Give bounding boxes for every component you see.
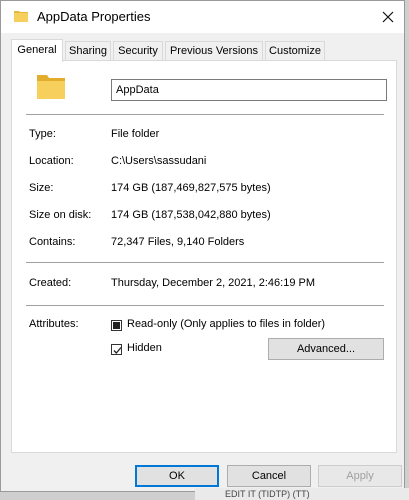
hidden-label: Hidden: [127, 342, 162, 354]
folder-name-input[interactable]: [111, 79, 387, 101]
created-value: Thursday, December 2, 2021, 2:46:19 PM: [111, 277, 316, 289]
background-window-text: EDIT IT (TIDTP) (TT): [195, 488, 409, 500]
folder-icon: [37, 75, 65, 99]
separator: [26, 114, 384, 115]
tab-customize[interactable]: Customize: [265, 41, 325, 61]
tab-security[interactable]: Security: [113, 41, 163, 61]
type-label: Type:: [29, 128, 56, 140]
window-title: AppData Properties: [37, 9, 151, 24]
general-panel: Type: File folder Location: C:\Users\sas…: [11, 60, 397, 453]
tab-previous-versions[interactable]: Previous Versions: [165, 41, 263, 61]
tab-general[interactable]: General: [11, 39, 63, 62]
properties-dialog: AppData Properties General Sharing Secur…: [0, 0, 405, 492]
title-bar[interactable]: AppData Properties: [1, 1, 404, 33]
contains-label: Contains:: [29, 236, 76, 248]
size-on-disk-value: 174 GB (187,538,042,880 bytes): [111, 209, 271, 221]
cancel-button[interactable]: Cancel: [227, 465, 311, 487]
location-label: Location:: [29, 155, 74, 167]
ok-button[interactable]: OK: [135, 465, 219, 487]
type-value: File folder: [111, 128, 160, 140]
hidden-checkbox[interactable]: [111, 344, 122, 355]
contains-value: 72,347 Files, 9,140 Folders: [111, 236, 245, 248]
readonly-checkbox[interactable]: [111, 320, 122, 331]
separator: [26, 305, 384, 306]
close-button[interactable]: [371, 1, 404, 33]
folder-icon: [14, 11, 28, 22]
checkmark-icon: [113, 347, 122, 354]
separator: [26, 262, 384, 263]
readonly-label: Read-only (Only applies to files in fold…: [127, 318, 326, 330]
size-on-disk-label: Size on disk:: [29, 209, 92, 221]
advanced-button[interactable]: Advanced...: [268, 338, 384, 360]
size-label: Size:: [29, 182, 54, 194]
size-value: 174 GB (187,469,827,575 bytes): [111, 182, 271, 194]
created-label: Created:: [29, 277, 72, 289]
tab-sharing[interactable]: Sharing: [65, 41, 111, 61]
tab-strip: General Sharing Security Previous Versio…: [11, 39, 396, 62]
attributes-label: Attributes:: [29, 318, 79, 330]
location-value: C:\Users\sassudani: [111, 155, 207, 167]
apply-button[interactable]: Apply: [318, 465, 402, 487]
close-icon: [382, 11, 393, 23]
